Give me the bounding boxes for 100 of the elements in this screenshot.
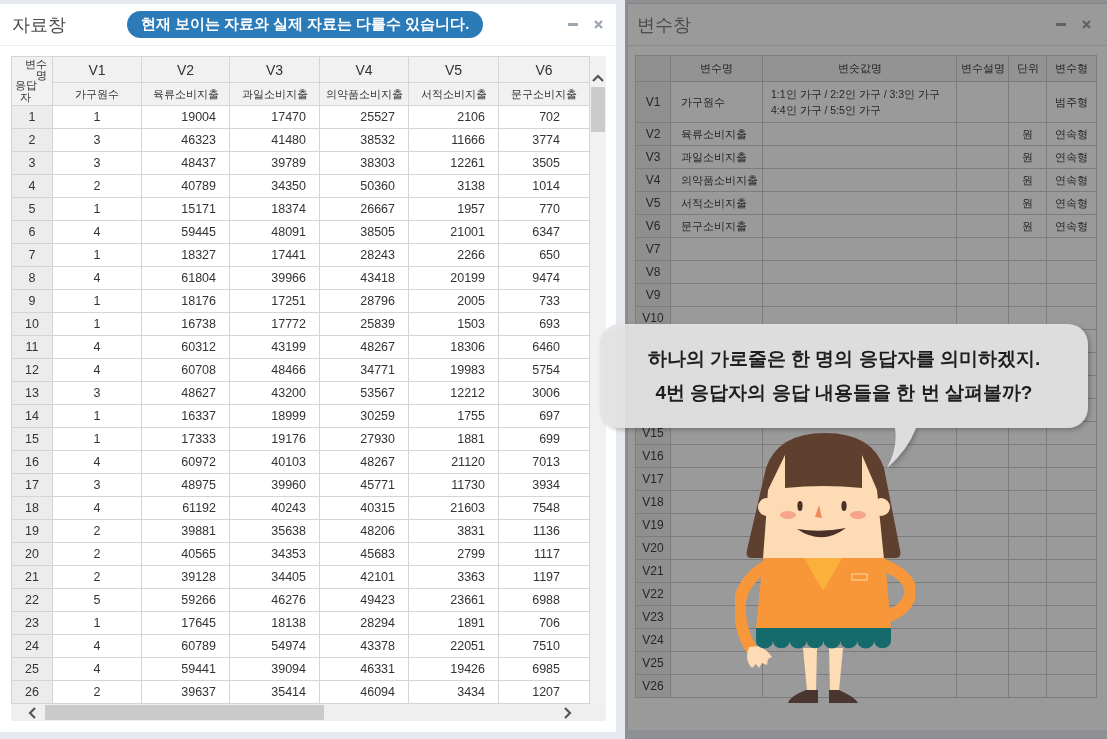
table-cell: 4 xyxy=(52,266,142,290)
close-icon[interactable] xyxy=(594,20,603,29)
row-number: 8 xyxy=(11,266,53,290)
table-cell: 39789 xyxy=(229,151,320,175)
close-icon[interactable] xyxy=(1082,20,1091,29)
table-cell: 7548 xyxy=(498,496,590,520)
table-cell: 18327 xyxy=(141,243,230,267)
variable-id-cell: V8 xyxy=(635,260,671,284)
table-cell: 1891 xyxy=(408,611,499,635)
table-cell: 2 xyxy=(52,519,142,543)
variable-name-cell: 육류소비지출 xyxy=(670,122,763,146)
table-cell: 16337 xyxy=(141,404,230,428)
table-cell: 40565 xyxy=(141,542,230,566)
table-cell: 35638 xyxy=(229,519,320,543)
type-cell: 연속형 xyxy=(1046,214,1097,238)
variable-id-cell: V25 xyxy=(635,651,671,675)
table-cell: 7013 xyxy=(498,450,590,474)
variable-id-cell: V23 xyxy=(635,605,671,629)
table-cell: 17333 xyxy=(141,427,230,451)
table-cell: 21120 xyxy=(408,450,499,474)
row-number: 12 xyxy=(11,358,53,382)
table-cell: 1881 xyxy=(408,427,499,451)
variable-id-cell: V7 xyxy=(635,237,671,261)
table-cell: 5 xyxy=(52,588,142,612)
row-number: 11 xyxy=(11,335,53,359)
type-cell: 연속형 xyxy=(1046,191,1097,215)
table-cell: 1 xyxy=(52,197,142,221)
variable-name-header: V1 xyxy=(52,56,142,83)
variable-id-cell: V24 xyxy=(635,628,671,652)
row-axis-label: 응답자 xyxy=(14,79,37,103)
horizontal-scrollbar[interactable] xyxy=(11,704,606,721)
variable-id-cell: V16 xyxy=(635,444,671,468)
table-cell: 1197 xyxy=(498,565,590,589)
table-cell: 1 xyxy=(52,289,142,313)
table-cell: 1 xyxy=(52,404,142,428)
row-number: 9 xyxy=(11,289,53,313)
row-number: 23 xyxy=(11,611,53,635)
row-number: 17 xyxy=(11,473,53,497)
variable-name-header: V3 xyxy=(229,56,320,83)
table-cell: 34350 xyxy=(229,174,320,198)
table-cell: 11666 xyxy=(408,128,499,152)
table-cell: 61192 xyxy=(141,496,230,520)
table-cell: 48091 xyxy=(229,220,320,244)
table-cell: 25839 xyxy=(319,312,409,336)
table-cell: 26667 xyxy=(319,197,409,221)
table-cell: 38532 xyxy=(319,128,409,152)
column-axis-label: 변수명 xyxy=(25,59,47,81)
table-cell: 5754 xyxy=(498,358,590,382)
table-cell: 3138 xyxy=(408,174,499,198)
speech-text: 하나의 가로줄은 한 명의 응답자를 의미하겠지. xyxy=(647,347,1041,371)
row-number: 13 xyxy=(11,381,53,405)
table-cell: 4 xyxy=(52,634,142,658)
table-cell: 53567 xyxy=(319,381,409,405)
value-labels-cell: 1:1인 가구 / 2:2인 가구 / 3:3인 가구 4:4인 가구 / 5:5인 가구 xyxy=(762,81,957,123)
variable-name-header: V2 xyxy=(141,56,230,83)
table-cell: 39637 xyxy=(141,680,230,704)
table-cell: 18138 xyxy=(229,611,320,635)
table-cell: 1755 xyxy=(408,404,499,428)
chevron-up-icon[interactable] xyxy=(592,74,604,82)
row-number: 5 xyxy=(11,197,53,221)
table-cell: 45683 xyxy=(319,542,409,566)
variable-name-cell: 의약품소비지출 xyxy=(670,168,763,192)
table-cell: 4 xyxy=(52,335,142,359)
table-cell: 2 xyxy=(52,542,142,566)
row-number: 7 xyxy=(11,243,53,267)
vertical-scrollbar[interactable] xyxy=(590,56,606,704)
table-cell: 11730 xyxy=(408,473,499,497)
window-title: 자료창 xyxy=(12,13,66,37)
table-cell: 17470 xyxy=(229,105,320,129)
row-number: 19 xyxy=(11,519,53,543)
type-cell: 범주형 xyxy=(1046,81,1097,123)
table-cell: 39966 xyxy=(229,266,320,290)
table-cell: 3 xyxy=(52,473,142,497)
table-cell: 2005 xyxy=(408,289,499,313)
table-cell: 27930 xyxy=(319,427,409,451)
variable-id-cell: V21 xyxy=(635,559,671,583)
table-cell: 9474 xyxy=(498,266,590,290)
table-cell: 23661 xyxy=(408,588,499,612)
table-cell: 21603 xyxy=(408,496,499,520)
variable-id-cell: V6 xyxy=(635,214,671,238)
table-cell: 46094 xyxy=(319,680,409,704)
minimize-icon[interactable] xyxy=(568,23,578,26)
scrollbar-thumb[interactable] xyxy=(45,705,324,720)
chevron-right-icon[interactable] xyxy=(564,706,572,719)
variable-id-cell: V22 xyxy=(635,582,671,606)
table-cell: 60312 xyxy=(141,335,230,359)
row-number: 4 xyxy=(11,174,53,198)
table-cell: 39881 xyxy=(141,519,230,543)
minimize-icon[interactable] xyxy=(1056,23,1066,26)
scrollbar-thumb[interactable] xyxy=(591,87,605,132)
type-cell: 연속형 xyxy=(1046,168,1097,192)
chevron-left-icon[interactable] xyxy=(28,706,36,719)
table-cell: 6985 xyxy=(498,657,590,681)
table-cell: 39094 xyxy=(229,657,320,681)
table-cell: 34405 xyxy=(229,565,320,589)
row-number: 14 xyxy=(11,404,53,428)
table-cell: 4 xyxy=(52,496,142,520)
table-cell: 1117 xyxy=(498,542,590,566)
table-cell: 38505 xyxy=(319,220,409,244)
row-number: 21 xyxy=(11,565,53,589)
